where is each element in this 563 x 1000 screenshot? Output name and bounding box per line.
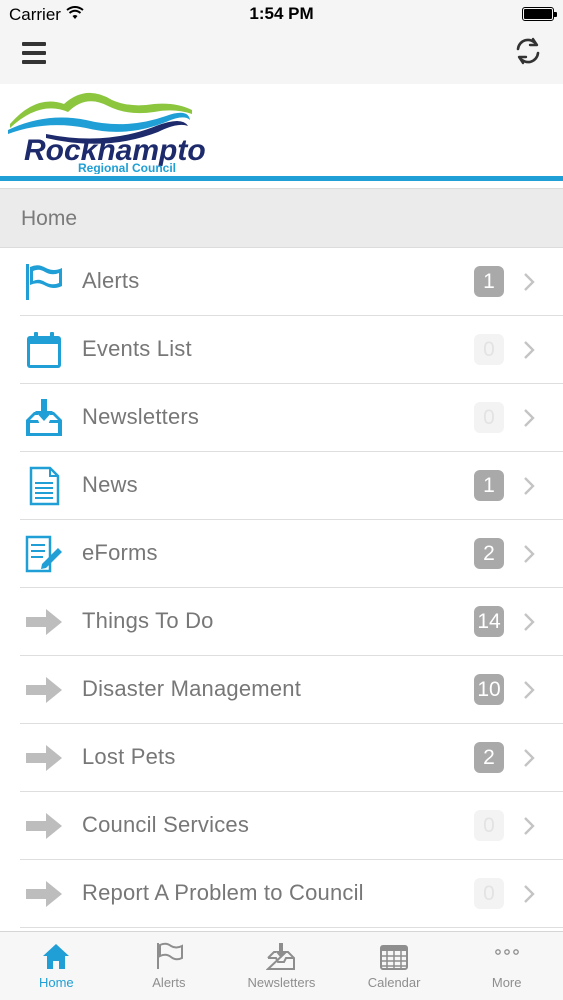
- council-logo: Rockhampton Regional Council: [0, 84, 563, 176]
- chevron-right-icon: [524, 681, 535, 699]
- calendar-icon: [27, 332, 61, 368]
- battery-icon: [522, 7, 557, 21]
- tab-more[interactable]: More: [450, 932, 563, 1000]
- refresh-icon[interactable]: [511, 34, 545, 68]
- form-edit-icon: [25, 535, 62, 573]
- list-item-label: Things To Do: [82, 608, 214, 633]
- count-badge: 1: [474, 470, 504, 501]
- arrow-right-icon: [26, 813, 62, 839]
- list-item-lost-pets[interactable]: Lost Pets 2: [0, 724, 563, 792]
- tab-label: Home: [38, 975, 74, 990]
- logo-graphic: Rockhampton Regional Council: [8, 92, 206, 174]
- tab-label: Alerts: [152, 975, 186, 990]
- list-item-label: Newsletters: [82, 404, 200, 429]
- chevron-right-icon: [524, 885, 535, 903]
- top-nav-bar: [0, 28, 563, 84]
- list-item-report-a-problem[interactable]: Report A Problem to Council 0: [0, 860, 563, 928]
- list-item-disaster-management[interactable]: Disaster Management 10: [0, 656, 563, 724]
- flag-icon: [26, 264, 62, 300]
- arrow-right-icon: [26, 677, 62, 703]
- tab-label: More: [491, 975, 522, 990]
- list-item-label: Council Services: [82, 812, 250, 837]
- count-badge: 0: [474, 810, 504, 841]
- chevron-right-icon: [524, 477, 535, 495]
- count-badge: 0: [474, 402, 504, 433]
- tab-alerts[interactable]: Alerts: [113, 932, 226, 1000]
- document-icon: [29, 466, 60, 506]
- tab-newsletters[interactable]: Newsletters: [225, 932, 338, 1000]
- chevron-right-icon: [524, 341, 535, 359]
- count-badge: 2: [474, 538, 504, 569]
- arrow-right-icon: [26, 745, 62, 771]
- list-item-events-list[interactable]: Events List 0: [0, 316, 563, 384]
- hamburger-menu-icon[interactable]: [18, 36, 54, 72]
- list-item-label: eForms: [82, 540, 158, 565]
- status-time: 1:54 PM: [249, 4, 314, 23]
- tab-home[interactable]: Home: [0, 932, 113, 1000]
- count-badge: 0: [474, 334, 504, 365]
- count-badge: 0: [474, 878, 504, 909]
- list-item-label: Alerts: [82, 268, 140, 293]
- chevron-right-icon: [524, 273, 535, 291]
- chevron-right-icon: [524, 817, 535, 835]
- home-icon: [43, 944, 70, 969]
- tab-calendar[interactable]: Calendar: [338, 932, 451, 1000]
- more-dots-icon: [494, 949, 519, 955]
- section-header: Home: [0, 188, 563, 248]
- bottom-tab-bar: Home Alerts Newsletters Calendar More: [0, 931, 563, 1000]
- list-item-eforms[interactable]: eForms 2: [0, 520, 563, 588]
- arrow-right-icon: [26, 881, 62, 907]
- chevron-right-icon: [524, 545, 535, 563]
- inbox-download-icon: [26, 399, 62, 436]
- flag-icon: [156, 942, 183, 969]
- chevron-right-icon: [524, 749, 535, 767]
- tab-label: Newsletters: [247, 975, 316, 990]
- list-item-label: Report A Problem to Council: [82, 880, 364, 905]
- list-item-alerts[interactable]: Alerts 1: [0, 248, 563, 316]
- list-item-newsletters[interactable]: Newsletters 0: [0, 384, 563, 452]
- status-bar: Carrier 1:54 PM: [0, 0, 563, 28]
- count-badge: 10: [474, 674, 504, 705]
- chevron-right-icon: [524, 409, 535, 427]
- inbox-download-icon: [266, 943, 296, 970]
- list-item-news[interactable]: News 1: [0, 452, 563, 520]
- list-item-label: News: [82, 472, 138, 497]
- list-item-council-services[interactable]: Council Services 0: [0, 792, 563, 860]
- arrow-right-icon: [26, 609, 62, 635]
- count-badge: 2: [474, 742, 504, 773]
- count-badge: 1: [474, 266, 504, 297]
- menu-list: Alerts 1 Events List 0 Newsletters 0 New…: [0, 248, 563, 928]
- list-item-label: Disaster Management: [82, 676, 302, 701]
- list-item-label: Events List: [82, 336, 192, 361]
- list-item-things-to-do[interactable]: Things To Do 14: [0, 588, 563, 656]
- tab-label: Calendar: [367, 975, 421, 990]
- logo-subtitle: Regional Council: [78, 161, 176, 174]
- section-title: Home: [21, 207, 78, 230]
- calendar-icon: [380, 945, 409, 970]
- chevron-right-icon: [524, 613, 535, 631]
- count-badge: 14: [474, 606, 504, 637]
- list-item-label: Lost Pets: [82, 744, 176, 769]
